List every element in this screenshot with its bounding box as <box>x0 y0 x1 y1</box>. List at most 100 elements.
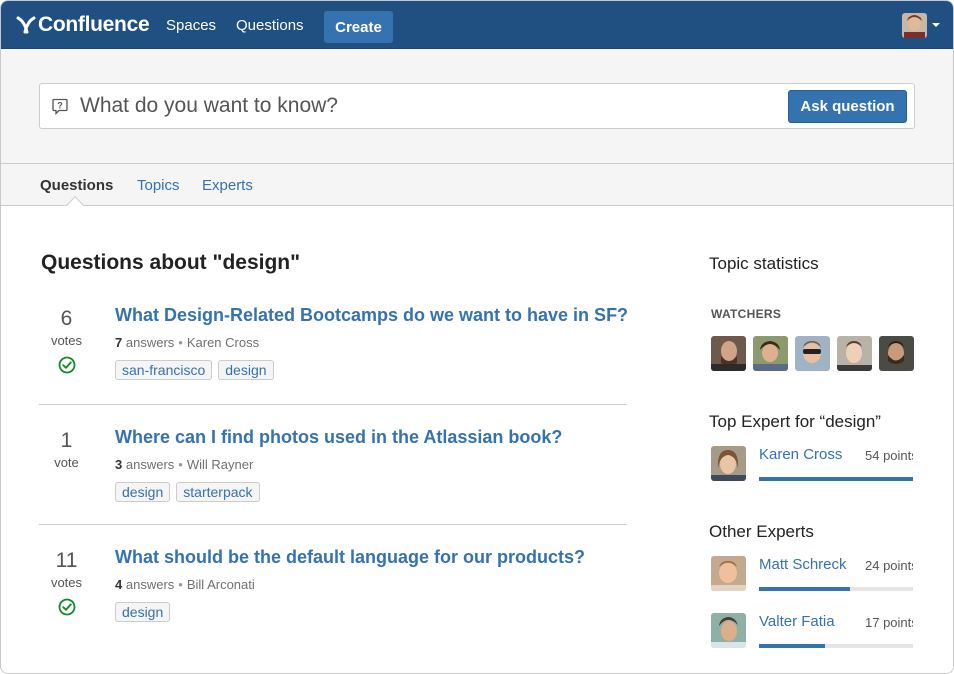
watcher-photo-icon <box>753 336 788 371</box>
question-meta: 4 answers • Bill Arconati <box>115 577 255 592</box>
watcher-avatar[interactable] <box>837 336 872 371</box>
watcher-photo-icon <box>879 336 914 371</box>
vote-label: vote <box>54 455 79 470</box>
tag-label[interactable]: design <box>218 360 274 380</box>
question-tags: design starterpack <box>115 482 266 502</box>
other-expert-row: Matt Schreck 24 points <box>711 556 913 596</box>
expert-progress-track <box>759 644 913 648</box>
vote-count: 1 vote <box>39 429 94 470</box>
expert-progress-fill <box>759 644 826 648</box>
expert-progress-track <box>759 477 913 481</box>
question-meta: 7 answers • Karen Cross <box>115 335 259 350</box>
watcher-photo-icon <box>711 336 746 371</box>
watchers-list <box>711 336 921 371</box>
confluence-logo[interactable]: Confluence <box>15 12 150 38</box>
tabs-bar: Questions Topics Experts <box>1 164 953 216</box>
expert-photo-icon <box>711 556 746 591</box>
answer-count: 4 <box>115 577 123 592</box>
question-bubble-icon: ? <box>52 98 68 115</box>
ask-question-button[interactable]: Ask question <box>788 90 907 123</box>
other-expert-row: Valter Fatia 17 points <box>711 613 913 653</box>
tag-label[interactable]: design <box>115 602 171 622</box>
topic-statistics-heading: Topic statistics <box>709 254 819 273</box>
vote-label: votes <box>50 575 83 590</box>
question-author: Will Rayner <box>186 457 254 472</box>
tag-label[interactable]: san-francisco <box>115 360 213 380</box>
page-title: Questions about "design" <box>41 251 301 274</box>
expert-avatar[interactable] <box>711 613 746 648</box>
tab-questions[interactable]: Questions <box>40 177 113 194</box>
watcher-photo-icon <box>795 336 830 371</box>
question-meta: 3 answers • Will Rayner <box>115 457 253 472</box>
meta-separator: • <box>178 577 183 592</box>
watcher-avatar[interactable] <box>879 336 914 371</box>
expert-avatar[interactable] <box>711 446 746 481</box>
question-divider <box>39 524 627 525</box>
nav-questions[interactable]: Questions <box>236 17 304 34</box>
user-menu-chevron-down-icon[interactable] <box>932 23 940 27</box>
app-name: Confluence <box>38 13 150 36</box>
tab-experts[interactable]: Experts <box>202 177 253 194</box>
answer-count: 7 <box>115 335 123 350</box>
vote-count: 6 votes <box>39 307 94 374</box>
expert-photo-icon <box>711 446 746 481</box>
tag-label[interactable]: design <box>115 482 171 502</box>
search-band: ? Ask question <box>1 49 953 164</box>
other-experts-heading: Other Experts <box>709 522 814 541</box>
expert-progress-fill <box>759 587 850 591</box>
answers-label: answers <box>125 335 175 350</box>
answer-count: 3 <box>115 457 123 472</box>
tab-topics[interactable]: Topics <box>137 177 180 194</box>
watchers-label: WATCHERS <box>711 307 782 321</box>
expert-name-link[interactable]: Karen Cross <box>759 446 842 463</box>
question-search-box: ? Ask question <box>39 83 915 129</box>
question-item: 6 votes What Design-Related Bootcamps do… <box>39 305 628 385</box>
question-tags: san-francisco design <box>115 360 280 380</box>
user-avatar[interactable] <box>902 13 927 38</box>
watcher-avatar[interactable] <box>795 336 830 371</box>
expert-points: 54 points <box>865 448 913 463</box>
confluence-x-icon <box>16 16 36 34</box>
expert-photo-icon <box>711 613 746 648</box>
top-expert-row: Karen Cross 54 points <box>711 446 913 486</box>
vote-count: 11 votes <box>39 549 94 616</box>
watcher-photo-icon <box>837 336 872 371</box>
expert-points: 17 points <box>865 615 913 630</box>
accepted-answer-check-icon <box>58 598 75 616</box>
vote-number: 6 <box>60 307 73 330</box>
user-avatar-icon <box>902 13 927 38</box>
tag-label[interactable]: starterpack <box>176 482 260 502</box>
accepted-answer-check-icon <box>58 356 75 374</box>
expert-name-link[interactable]: Matt Schreck <box>759 556 847 573</box>
question-divider <box>39 404 627 405</box>
create-button[interactable]: Create <box>324 11 393 43</box>
expert-points: 24 points <box>865 558 913 573</box>
question-title-link[interactable]: What Design-Related Bootcamps do we want… <box>115 305 628 326</box>
question-tags: design <box>115 602 176 622</box>
meta-separator: • <box>178 457 183 472</box>
app-window: Confluence Spaces Questions Create ? Ask… <box>0 0 954 674</box>
answers-label: answers <box>125 457 175 472</box>
question-title-link[interactable]: What should be the default language for … <box>115 547 585 568</box>
vote-number: 11 <box>55 549 78 572</box>
question-item: 1 vote Where can I find photos used in t… <box>39 427 627 507</box>
question-search-input[interactable] <box>80 90 780 122</box>
question-author: Bill Arconati <box>186 577 255 592</box>
top-expert-heading: Top Expert for “design” <box>709 412 881 431</box>
answers-label: answers <box>125 577 175 592</box>
svg-text:?: ? <box>57 101 63 111</box>
top-navigation-bar: Confluence Spaces Questions Create <box>1 1 953 49</box>
expert-progress-fill <box>759 477 913 481</box>
question-title-link[interactable]: Where can I find photos used in the Atla… <box>115 427 562 448</box>
vote-number: 1 <box>60 429 73 452</box>
expert-avatar[interactable] <box>711 556 746 591</box>
nav-spaces[interactable]: Spaces <box>166 17 216 34</box>
meta-separator: • <box>178 335 183 350</box>
question-item: 11 votes What should be the default lang… <box>39 547 627 627</box>
expert-name-link[interactable]: Valter Fatia <box>759 613 835 630</box>
question-author: Karen Cross <box>186 335 260 350</box>
expert-progress-track <box>759 587 913 591</box>
vote-label: votes <box>50 333 83 348</box>
watcher-avatar[interactable] <box>753 336 788 371</box>
watcher-avatar[interactable] <box>711 336 746 371</box>
